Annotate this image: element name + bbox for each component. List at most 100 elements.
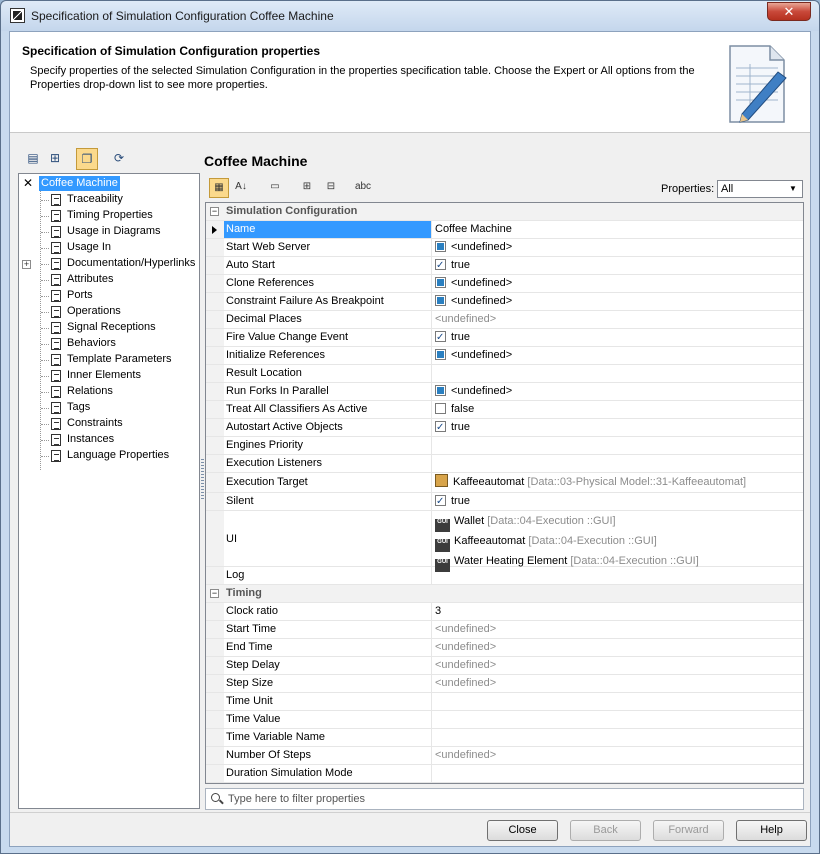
property-row-log[interactable]: Log — [206, 567, 803, 585]
document-icon — [51, 418, 61, 430]
group-simulation-configuration[interactable]: − Simulation Configuration — [206, 203, 803, 221]
checkbox[interactable] — [435, 493, 446, 510]
collapse-icon[interactable]: ▭ — [265, 178, 285, 198]
back-button[interactable]: Back — [570, 820, 641, 841]
checkbox[interactable] — [435, 419, 446, 436]
list-view-icon[interactable]: ▤ — [22, 148, 44, 170]
property-value[interactable] — [433, 729, 803, 746]
collapse-all-icon[interactable]: ⊟ — [321, 178, 341, 198]
checkbox[interactable] — [435, 403, 446, 414]
property-label: Execution Target — [224, 473, 432, 492]
ui-item[interactable]: GUI Kaffeeautomat [Data::04-Execution ::G… — [435, 532, 803, 552]
property-path: [Data::04-Execution ::GUI] — [528, 535, 657, 547]
property-value[interactable] — [433, 567, 803, 584]
specification-window: Specification of Simulation Configuratio… — [0, 0, 820, 854]
tree-view-icon[interactable]: ⊞ — [44, 148, 66, 170]
property-row-constraint-failure[interactable]: Constraint Failure As Breakpoint <undefi… — [206, 293, 803, 311]
expand-all-icon[interactable]: ⊞ — [297, 178, 317, 198]
property-value[interactable] — [433, 693, 803, 710]
property-value: <undefined> — [451, 349, 513, 361]
property-value[interactable]: <undefined> — [433, 639, 803, 656]
property-row-start-time[interactable]: Start Time <undefined> — [206, 621, 803, 639]
property-row-start-web-server[interactable]: Start Web Server <undefined> — [206, 239, 803, 257]
property-row-time-unit[interactable]: Time Unit — [206, 693, 803, 711]
property-row-end-time[interactable]: End Time <undefined> — [206, 639, 803, 657]
property-value: false — [451, 403, 475, 415]
property-row-decimal-places[interactable]: Decimal Places <undefined> — [206, 311, 803, 329]
panel-splitter[interactable] — [201, 459, 204, 499]
property-row-execution-listeners[interactable]: Execution Listeners — [206, 455, 803, 473]
property-row-initialize-references[interactable]: Initialize References <undefined> — [206, 347, 803, 365]
property-row-engines-priority[interactable]: Engines Priority — [206, 437, 803, 455]
checkbox[interactable] — [435, 277, 446, 288]
property-row-step-size[interactable]: Step Size <undefined> — [206, 675, 803, 693]
sort-alphabetical-icon[interactable]: A↓ — [231, 178, 251, 198]
property-value[interactable]: 3 — [433, 603, 803, 620]
property-row-clone-references[interactable]: Clone References <undefined> — [206, 275, 803, 293]
checkbox[interactable] — [435, 349, 446, 360]
property-label: Time Value — [224, 711, 432, 728]
close-button[interactable]: Close — [487, 820, 558, 841]
property-value: true — [451, 331, 470, 343]
property-row-auto-start[interactable]: Auto Start true — [206, 257, 803, 275]
forward-button[interactable]: Forward — [653, 820, 724, 841]
property-value[interactable]: <undefined> — [433, 747, 803, 764]
property-row-treat-all-classifiers[interactable]: Treat All Classifiers As Active false — [206, 401, 803, 419]
compact-view-icon[interactable]: ❐ — [76, 148, 98, 170]
spell-check-icon[interactable]: abc — [353, 178, 373, 198]
categorized-view-icon[interactable]: ▦ — [209, 178, 229, 198]
property-row-time-value[interactable]: Time Value — [206, 711, 803, 729]
property-value[interactable] — [433, 711, 803, 728]
tree-item-label: Constraints — [67, 417, 123, 429]
property-row-autostart-active[interactable]: Autostart Active Objects true — [206, 419, 803, 437]
property-row-number-of-steps[interactable]: Number Of Steps <undefined> — [206, 747, 803, 765]
property-label: Decimal Places — [224, 311, 432, 328]
dialog-content: Specification of Simulation Configuratio… — [9, 31, 811, 847]
property-row-name[interactable]: Name Coffee Machine — [206, 221, 803, 239]
properties-dropdown[interactable]: All ▼ — [717, 180, 803, 198]
checkbox[interactable] — [435, 241, 446, 252]
property-row-fire-value-change[interactable]: Fire Value Change Event true — [206, 329, 803, 347]
property-row-step-delay[interactable]: Step Delay <undefined> — [206, 657, 803, 675]
help-button[interactable]: Help — [736, 820, 807, 841]
property-label: Step Delay — [224, 657, 432, 674]
property-value[interactable] — [433, 365, 803, 382]
document-icon — [51, 402, 61, 414]
checkbox[interactable] — [435, 295, 446, 306]
filter-input[interactable] — [226, 791, 786, 807]
collapse-group-icon[interactable]: − — [210, 207, 219, 216]
checkbox[interactable] — [435, 257, 446, 274]
property-value: Wallet — [454, 515, 485, 527]
property-row-result-location[interactable]: Result Location — [206, 365, 803, 383]
property-value[interactable]: <undefined> — [433, 675, 803, 692]
property-label: Duration Simulation Mode — [224, 765, 432, 782]
refresh-icon[interactable]: ⟳ — [108, 148, 130, 170]
property-row-execution-target[interactable]: Execution Target Kaffeeautomat [Data::03… — [206, 473, 803, 493]
property-row-silent[interactable]: Silent true — [206, 493, 803, 511]
property-value[interactable]: <undefined> — [433, 657, 803, 674]
expand-icon[interactable]: + — [22, 260, 31, 269]
property-value[interactable]: <undefined> — [433, 311, 803, 328]
property-row-clock-ratio[interactable]: Clock ratio 3 — [206, 603, 803, 621]
tree-root-label: Coffee Machine — [39, 176, 120, 191]
checkbox[interactable] — [435, 329, 446, 346]
property-row-time-variable-name[interactable]: Time Variable Name — [206, 729, 803, 747]
property-value[interactable] — [433, 455, 803, 472]
property-value: true — [451, 421, 470, 433]
property-value[interactable] — [433, 765, 803, 782]
property-label: Start Time — [224, 621, 432, 638]
ui-item[interactable]: GUI Wallet [Data::04-Execution ::GUI] — [435, 512, 803, 532]
collapse-group-icon[interactable]: − — [210, 589, 219, 598]
window-close-button[interactable]: ✕ — [767, 2, 811, 21]
property-value[interactable]: <undefined> — [433, 621, 803, 638]
element-title: Coffee Machine — [204, 153, 308, 169]
group-timing[interactable]: − Timing — [206, 585, 803, 603]
tree-item-label: Documentation/Hyperlinks — [67, 257, 196, 269]
property-value[interactable] — [433, 437, 803, 454]
property-row-ui[interactable]: UI GUI Wallet [Data::04-Execution ::GUI] … — [206, 511, 803, 572]
property-row-duration-simulation-mode[interactable]: Duration Simulation Mode — [206, 765, 803, 783]
tree-item-label: Signal Receptions — [67, 321, 156, 333]
property-value[interactable]: Coffee Machine — [433, 221, 803, 238]
property-row-run-forks[interactable]: Run Forks In Parallel <undefined> — [206, 383, 803, 401]
checkbox[interactable] — [435, 385, 446, 396]
